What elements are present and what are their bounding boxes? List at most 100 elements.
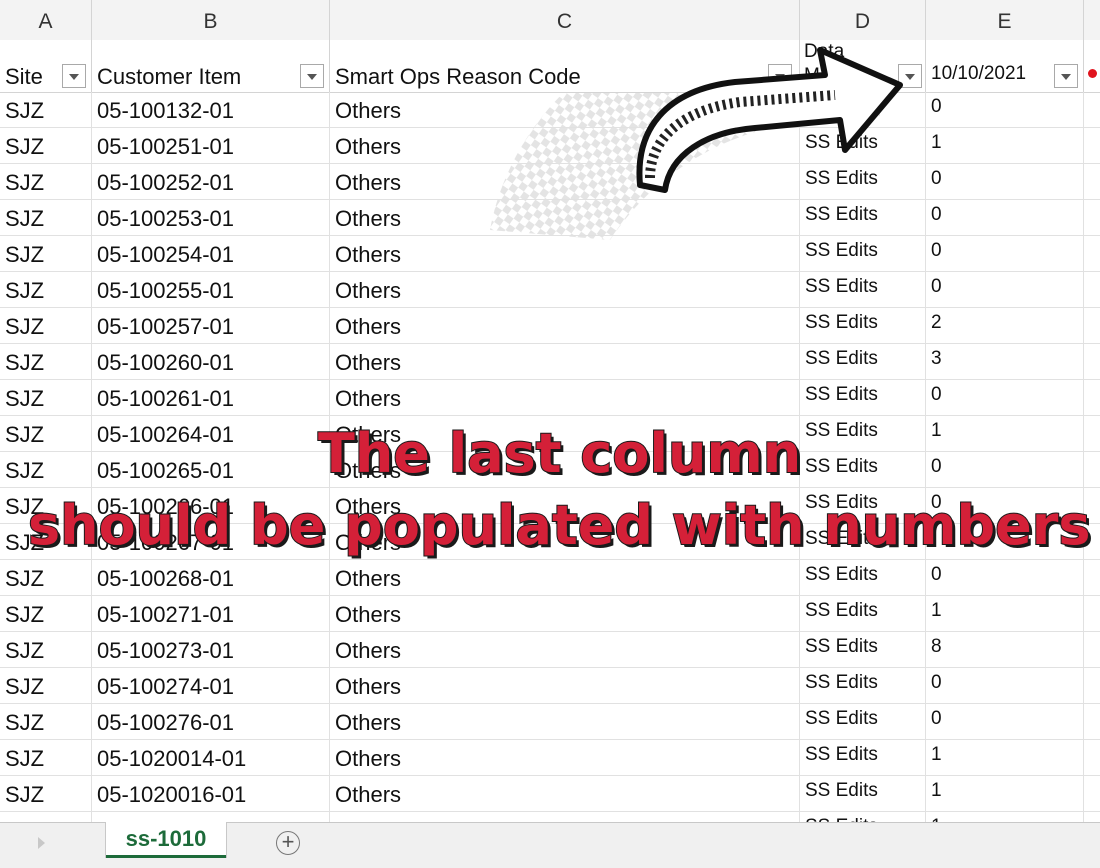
cell-site[interactable]: SJZ	[0, 776, 92, 812]
cell-value[interactable]: 0	[926, 272, 1084, 308]
cell-reason-code[interactable]: Others	[330, 812, 800, 822]
customer-item-filter-dropdown[interactable]	[300, 64, 324, 88]
cell-customer-item[interactable]: 05-100261-01	[92, 380, 330, 416]
cell-customer-item[interactable]: 05-100254-01	[92, 236, 330, 272]
cell-reason-code[interactable]: Others	[330, 200, 800, 236]
table-row: SJZ 05-100260-01 Others SS Edits 3	[0, 344, 1100, 380]
cell-site[interactable]: SJZ	[0, 308, 92, 344]
cell-value[interactable]: 0	[926, 704, 1084, 740]
cell-site[interactable]: SJZ	[0, 632, 92, 668]
cell-value[interactable]: 0	[926, 92, 1084, 128]
scroll-sheets-arrow-icon[interactable]	[38, 837, 45, 849]
cell-customer-item[interactable]: 05-100265-01	[92, 452, 330, 488]
cell-data-measure[interactable]: SS Edits	[800, 380, 926, 416]
cell-customer-item[interactable]: 05-100257-01	[92, 308, 330, 344]
cell-site[interactable]: SJZ	[0, 812, 92, 822]
cell-customer-item[interactable]: 05-1020018-01	[92, 812, 330, 822]
cell-value[interactable]: 0	[926, 560, 1084, 596]
cell-customer-item[interactable]: 05-100274-01	[92, 668, 330, 704]
cell-site[interactable]: SJZ	[0, 416, 92, 452]
cell-value[interactable]: 8	[926, 632, 1084, 668]
cell-reason-code[interactable]: Others	[330, 668, 800, 704]
cell-value[interactable]: 1	[926, 776, 1084, 812]
cell-data-measure[interactable]: SS Edits	[800, 632, 926, 668]
cell-site[interactable]: SJZ	[0, 236, 92, 272]
cell-reason-code[interactable]: Others	[330, 632, 800, 668]
cell-site[interactable]: SJZ	[0, 704, 92, 740]
cell-data-measure[interactable]: SS Edits	[800, 452, 926, 488]
cell-data-measure[interactable]: SS Edits	[800, 560, 926, 596]
cell-data-measure[interactable]: SS Edits	[800, 308, 926, 344]
cell-reason-code[interactable]: Others	[330, 560, 800, 596]
annotation-line-1: The last column	[317, 421, 802, 486]
cell-value[interactable]: 0	[926, 452, 1084, 488]
column-header-a[interactable]: A	[0, 0, 92, 40]
cell-site[interactable]: SJZ	[0, 164, 92, 200]
cell-value[interactable]: 0	[926, 164, 1084, 200]
column-header-e[interactable]: E	[926, 0, 1084, 40]
cell-value[interactable]: 1	[926, 596, 1084, 632]
cell-reason-code[interactable]: Others	[330, 596, 800, 632]
sheet-tab-ss-1010[interactable]: ss-1010	[106, 822, 226, 858]
cell-data-measure[interactable]: SS Edits	[800, 596, 926, 632]
cell-data-measure[interactable]: SS Edits	[800, 776, 926, 812]
cell-data-measure[interactable]: SS Edits	[800, 236, 926, 272]
cell-data-measure[interactable]: SS Edits	[800, 812, 926, 822]
cell-site[interactable]: SJZ	[0, 344, 92, 380]
cell-data-measure[interactable]: SS Edits	[800, 416, 926, 452]
header-site-label: Site	[5, 64, 43, 89]
table-row: SJZ 05-100253-01 Others SS Edits 0	[0, 200, 1100, 236]
cell-reason-code[interactable]: Others	[330, 380, 800, 416]
cell-reason-code[interactable]: Others	[330, 236, 800, 272]
cell-customer-item[interactable]: 05-100264-01	[92, 416, 330, 452]
cell-customer-item[interactable]: 05-100252-01	[92, 164, 330, 200]
cell-value[interactable]: 0	[926, 380, 1084, 416]
cell-data-measure[interactable]: SS Edits	[800, 668, 926, 704]
cell-site[interactable]: SJZ	[0, 668, 92, 704]
date-filter-dropdown[interactable]	[1054, 64, 1078, 88]
cell-data-measure[interactable]: SS Edits	[800, 272, 926, 308]
cell-value[interactable]: 0	[926, 668, 1084, 704]
cell-value[interactable]: 1	[926, 128, 1084, 164]
cell-site[interactable]: SJZ	[0, 380, 92, 416]
cell-value[interactable]: 2	[926, 308, 1084, 344]
column-header-b[interactable]: B	[92, 0, 330, 40]
cell-site[interactable]: SJZ	[0, 560, 92, 596]
cell-data-measure[interactable]: SS Edits	[800, 200, 926, 236]
cell-reason-code[interactable]: Others	[330, 308, 800, 344]
cell-value[interactable]: 0	[926, 200, 1084, 236]
cell-reason-code[interactable]: Others	[330, 776, 800, 812]
cell-site[interactable]: SJZ	[0, 596, 92, 632]
cell-customer-item[interactable]: 05-100268-01	[92, 560, 330, 596]
cell-customer-item[interactable]: 05-100255-01	[92, 272, 330, 308]
cell-value[interactable]: 0	[926, 236, 1084, 272]
cell-value[interactable]: 1	[926, 416, 1084, 452]
cell-reason-code[interactable]: Others	[330, 704, 800, 740]
cell-customer-item[interactable]: 05-1020014-01	[92, 740, 330, 776]
cell-site[interactable]: SJZ	[0, 452, 92, 488]
cell-data-measure[interactable]: SS Edits	[800, 344, 926, 380]
cell-value[interactable]: 3	[926, 344, 1084, 380]
cell-site[interactable]: SJZ	[0, 740, 92, 776]
cell-reason-code[interactable]: Others	[330, 344, 800, 380]
cell-site[interactable]: SJZ	[0, 272, 92, 308]
add-sheet-icon[interactable]: +	[276, 831, 300, 855]
cell-site[interactable]: SJZ	[0, 200, 92, 236]
cell-customer-item[interactable]: 05-1020016-01	[92, 776, 330, 812]
cell-customer-item[interactable]: 05-100132-01	[92, 92, 330, 128]
cell-customer-item[interactable]: 05-100253-01	[92, 200, 330, 236]
site-filter-dropdown[interactable]	[62, 64, 86, 88]
cell-reason-code[interactable]: Others	[330, 272, 800, 308]
cell-value[interactable]: 1	[926, 812, 1084, 822]
cell-data-measure[interactable]: SS Edits	[800, 704, 926, 740]
cell-data-measure[interactable]: SS Edits	[800, 740, 926, 776]
cell-customer-item[interactable]: 05-100251-01	[92, 128, 330, 164]
cell-site[interactable]: SJZ	[0, 92, 92, 128]
cell-customer-item[interactable]: 05-100273-01	[92, 632, 330, 668]
cell-customer-item[interactable]: 05-100276-01	[92, 704, 330, 740]
cell-site[interactable]: SJZ	[0, 128, 92, 164]
cell-value[interactable]: 1	[926, 740, 1084, 776]
cell-customer-item[interactable]: 05-100260-01	[92, 344, 330, 380]
cell-customer-item[interactable]: 05-100271-01	[92, 596, 330, 632]
cell-reason-code[interactable]: Others	[330, 740, 800, 776]
